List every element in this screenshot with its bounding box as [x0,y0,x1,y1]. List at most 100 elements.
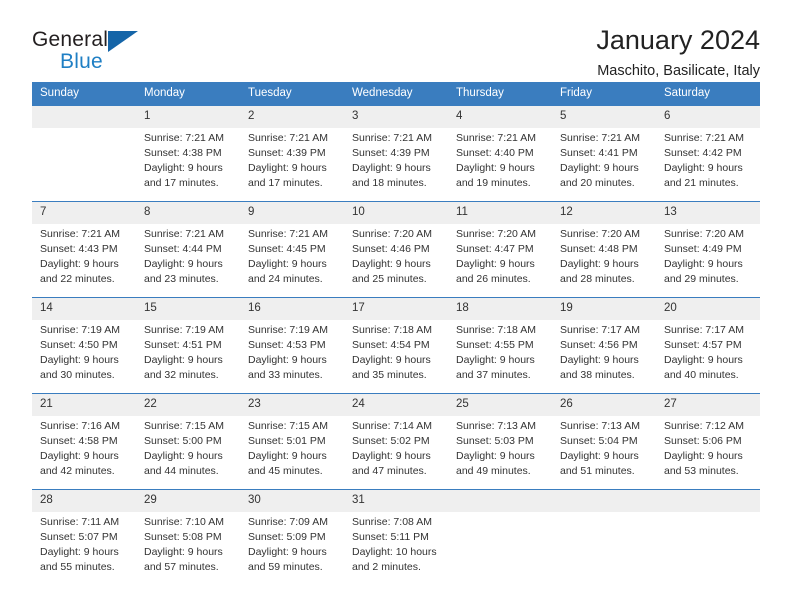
calendar-day-cell[interactable]: 9 Sunrise: 7:21 AM Sunset: 4:45 PM Daylight… [240,201,344,297]
calendar-day-cell[interactable]: 22 Sunrise: 7:15 AM Sunset: 5:00 PM Dayligh… [136,393,240,489]
day-detail-text: Sunrise: 7:14 AM Sunset: 5:02 PM Daylight:… [344,416,448,489]
daylight-line-2: and 30 minutes. [40,369,115,382]
daylight-line-1: Daylight: 9 hours [248,354,327,367]
sunset-line: Sunset: 4:47 PM [456,243,534,256]
sunrise-line: Sunrise: 7:20 AM [664,227,744,240]
calendar-day-cell[interactable]: 16 Sunrise: 7:19 AM Sunset: 4:53 PM Dayligh… [240,297,344,393]
calendar-day-cell[interactable]: 31 Sunrise: 7:08 AM Sunset: 5:11 PM Dayligh… [344,489,448,585]
calendar-day-cell[interactable]: 21 Sunrise: 7:16 AM Sunset: 4:58 PM Dayligh… [32,393,136,489]
day-detail-text: Sunrise: 7:18 AM Sunset: 4:55 PM Daylight:… [448,320,552,393]
daylight-line-1: Daylight: 9 hours [40,450,119,463]
day-number: 22 [136,393,240,416]
calendar-day-cell[interactable]: 5 Sunrise: 7:21 AM Sunset: 4:41 PM Daylight… [552,105,656,201]
page-header: General Blue January 2024 Maschito, Basi… [32,0,760,80]
daylight-line-2: and 40 minutes. [664,369,739,382]
daylight-line-1: Daylight: 9 hours [248,162,327,175]
calendar-day-cell[interactable]: 24 Sunrise: 7:14 AM Sunset: 5:02 PM Dayligh… [344,393,448,489]
title-block: January 2024 Maschito, Basilicate, Italy [152,26,760,80]
calendar-day-cell[interactable]: 7 Sunrise: 7:21 AM Sunset: 4:43 PM Daylight… [32,201,136,297]
weekday-header-row: Sunday Monday Tuesday Wednesday Thursday Frid… [32,82,760,106]
daylight-line-1: Daylight: 9 hours [456,450,535,463]
day-detail-text: Sunrise: 7:20 AM Sunset: 4:46 PM Daylight:… [344,224,448,297]
sunset-line: Sunset: 4:38 PM [144,147,222,160]
calendar-body: 1 Sunrise: 7:21 AM Sunset: 4:38 PM Daylight… [32,105,760,585]
daylight-line-2: and 28 minutes. [560,273,635,286]
day-detail-text: Sunrise: 7:10 AM Sunset: 5:08 PM Daylight:… [136,512,240,585]
calendar-day-cell[interactable]: 19 Sunrise: 7:17 AM Sunset: 4:56 PM Dayligh… [552,297,656,393]
daylight-line-1: Daylight: 9 hours [40,546,119,559]
calendar-day-cell[interactable]: 4 Sunrise: 7:21 AM Sunset: 4:40 PM Daylight… [448,105,552,201]
calendar-day-cell[interactable]: 11 Sunrise: 7:20 AM Sunset: 4:47 PM Dayligh… [448,201,552,297]
calendar-week-row: 7 Sunrise: 7:21 AM Sunset: 4:43 PM Daylight… [32,201,760,297]
day-detail-text: Sunrise: 7:15 AM Sunset: 5:00 PM Daylight:… [136,416,240,489]
day-detail-text: Sunrise: 7:16 AM Sunset: 4:58 PM Daylight:… [32,416,136,489]
calendar-day-cell[interactable]: 10 Sunrise: 7:20 AM Sunset: 4:46 PM Dayligh… [344,201,448,297]
day-detail-text: Sunrise: 7:21 AM Sunset: 4:39 PM Daylight:… [240,128,344,201]
sunrise-line: Sunrise: 7:19 AM [40,323,120,336]
calendar-week-row: 28 Sunrise: 7:11 AM Sunset: 5:07 PM Dayligh… [32,489,760,585]
calendar-day-cell[interactable]: 2 Sunrise: 7:21 AM Sunset: 4:39 PM Daylight… [240,105,344,201]
daylight-line-2: and 17 minutes. [248,177,323,190]
sunset-line: Sunset: 4:45 PM [248,243,326,256]
month-calendar-table: Sunday Monday Tuesday Wednesday Thursday Frid… [32,82,760,585]
sunset-line: Sunset: 5:09 PM [248,531,326,544]
day-number: 13 [656,201,760,224]
calendar-day-cell[interactable]: 17 Sunrise: 7:18 AM Sunset: 4:54 PM Dayligh… [344,297,448,393]
daylight-line-1: Daylight: 9 hours [40,258,119,271]
calendar-day-cell[interactable]: 15 Sunrise: 7:19 AM Sunset: 4:51 PM Dayligh… [136,297,240,393]
calendar-day-cell[interactable]: 18 Sunrise: 7:18 AM Sunset: 4:55 PM Dayligh… [448,297,552,393]
day-number: 20 [656,297,760,320]
daylight-line-2: and 53 minutes. [664,465,739,478]
calendar-day-cell[interactable]: 3 Sunrise: 7:21 AM Sunset: 4:39 PM Daylight… [344,105,448,201]
day-number: 27 [656,393,760,416]
daylight-line-2: and 25 minutes. [352,273,427,286]
calendar-day-cell[interactable]: 13 Sunrise: 7:20 AM Sunset: 4:49 PM Dayligh… [656,201,760,297]
day-number: 15 [136,297,240,320]
general-blue-logo: General Blue [32,26,152,78]
sunrise-line: Sunrise: 7:21 AM [144,131,224,144]
calendar-day-cell[interactable]: 27 Sunrise: 7:12 AM Sunset: 5:06 PM Dayligh… [656,393,760,489]
day-number: 5 [552,105,656,128]
day-number: 23 [240,393,344,416]
sunset-line: Sunset: 4:57 PM [664,339,742,352]
daylight-line-2: and 38 minutes. [560,369,635,382]
daylight-line-2: and 42 minutes. [40,465,115,478]
calendar-day-cell[interactable]: 26 Sunrise: 7:13 AM Sunset: 5:04 PM Dayligh… [552,393,656,489]
sunrise-line: Sunrise: 7:12 AM [664,419,744,432]
daylight-line-1: Daylight: 9 hours [560,450,639,463]
calendar-day-cell[interactable]: 14 Sunrise: 7:19 AM Sunset: 4:50 PM Dayligh… [32,297,136,393]
calendar-day-cell[interactable]: 25 Sunrise: 7:13 AM Sunset: 5:03 PM Dayligh… [448,393,552,489]
daylight-line-1: Daylight: 9 hours [560,354,639,367]
sunset-line: Sunset: 4:41 PM [560,147,638,160]
day-detail-text: Sunrise: 7:12 AM Sunset: 5:06 PM Daylight:… [656,416,760,489]
sunrise-line: Sunrise: 7:19 AM [144,323,224,336]
calendar-day-cell[interactable]: 29 Sunrise: 7:10 AM Sunset: 5:08 PM Dayligh… [136,489,240,585]
sunset-line: Sunset: 5:02 PM [352,435,430,448]
daylight-line-1: Daylight: 9 hours [456,162,535,175]
calendar-day-cell[interactable]: 6 Sunrise: 7:21 AM Sunset: 4:42 PM Daylight… [656,105,760,201]
day-detail-text: Sunrise: 7:19 AM Sunset: 4:51 PM Daylight:… [136,320,240,393]
daylight-line-2: and 2 minutes. [352,561,421,574]
calendar-day-cell[interactable]: 20 Sunrise: 7:17 AM Sunset: 4:57 PM Dayligh… [656,297,760,393]
day-number: 12 [552,201,656,224]
calendar-day-cell[interactable]: 8 Sunrise: 7:21 AM Sunset: 4:44 PM Daylight… [136,201,240,297]
daylight-line-2: and 47 minutes. [352,465,427,478]
daylight-line-2: and 57 minutes. [144,561,219,574]
day-number: 25 [448,393,552,416]
sunset-line: Sunset: 5:01 PM [248,435,326,448]
daylight-line-2: and 22 minutes. [40,273,115,286]
calendar-day-cell[interactable]: 12 Sunrise: 7:20 AM Sunset: 4:48 PM Dayligh… [552,201,656,297]
daylight-line-2: and 17 minutes. [144,177,219,190]
weekday-header-monday: Monday [136,82,240,106]
calendar-day-cell[interactable]: 28 Sunrise: 7:11 AM Sunset: 5:07 PM Dayligh… [32,489,136,585]
calendar-day-cell[interactable]: 1 Sunrise: 7:21 AM Sunset: 4:38 PM Daylight… [136,105,240,201]
day-number: 30 [240,489,344,512]
sunrise-line: Sunrise: 7:21 AM [560,131,640,144]
daylight-line-1: Daylight: 9 hours [560,162,639,175]
calendar-day-cell[interactable]: 23 Sunrise: 7:15 AM Sunset: 5:01 PM Dayligh… [240,393,344,489]
day-detail-text: Sunrise: 7:17 AM Sunset: 4:56 PM Daylight:… [552,320,656,393]
sunset-line: Sunset: 4:44 PM [144,243,222,256]
triangle-logo-icon [108,31,138,52]
calendar-day-cell[interactable]: 30 Sunrise: 7:09 AM Sunset: 5:09 PM Dayligh… [240,489,344,585]
day-number: 14 [32,297,136,320]
